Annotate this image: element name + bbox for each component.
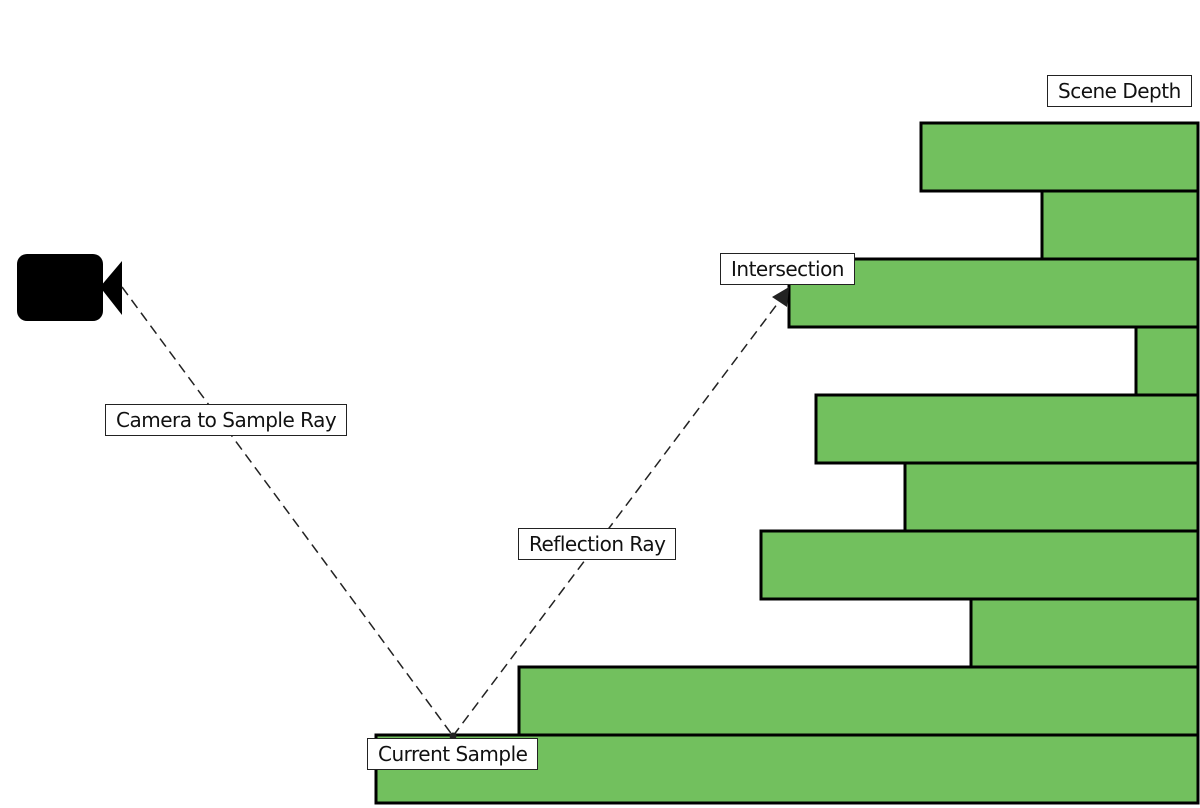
- depth-bar-row-6: [903, 461, 1200, 533]
- camera-icon: [17, 254, 122, 321]
- camera-body: [17, 254, 103, 321]
- depth-bar-row-1: [919, 121, 1200, 193]
- depth-bar-row-8: [969, 597, 1200, 669]
- depth-bar-row-5: [814, 393, 1200, 465]
- scene-depth-label: Scene Depth: [1047, 75, 1192, 107]
- depth-bar-row-9: [517, 665, 1200, 737]
- depth-bar-row-2: [1040, 189, 1200, 261]
- current-sample-label: Current Sample: [367, 738, 539, 770]
- camera-to-sample-ray: [121, 286, 454, 737]
- depth-bar-row-7: [759, 529, 1200, 601]
- reflection-ray-label: Reflection Ray: [518, 528, 677, 560]
- camera-to-sample-ray-label: Camera to Sample Ray: [105, 404, 348, 436]
- scene-depth-bars: [374, 121, 1200, 805]
- camera-lens: [100, 261, 122, 315]
- reflection-ray-arrowhead: [772, 287, 789, 307]
- intersection-label: Intersection: [720, 253, 855, 285]
- depth-bar-row-4: [1134, 325, 1200, 397]
